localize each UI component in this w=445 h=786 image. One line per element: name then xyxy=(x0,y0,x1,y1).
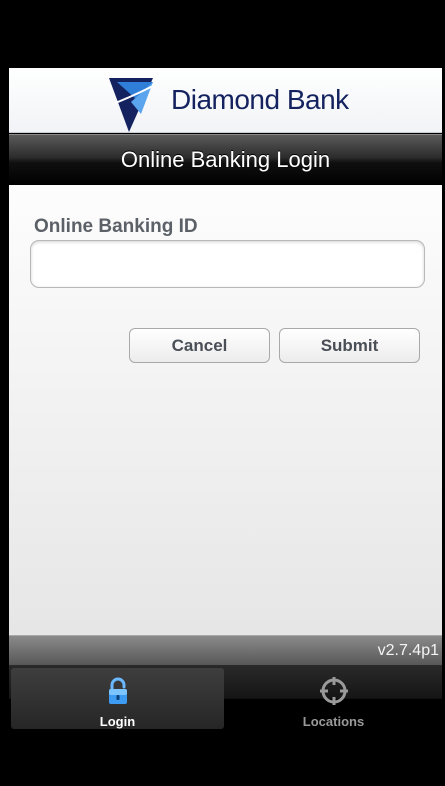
brand-logo: Diamond Bank xyxy=(107,74,367,132)
version-label: v2.7.4p1 xyxy=(377,642,439,659)
app-screen: Diamond Bank Online Banking Login Online… xyxy=(9,0,442,786)
online-banking-id-label: Online Banking ID xyxy=(34,216,198,237)
tab-bar: Login Locations xyxy=(9,665,442,732)
tab-locations[interactable]: Locations xyxy=(227,668,440,729)
tab-locations-label: Locations xyxy=(302,714,365,729)
login-form: Online Banking ID Cancel Submit xyxy=(9,185,442,635)
submit-button[interactable]: Submit xyxy=(279,328,420,363)
cancel-button[interactable]: Cancel xyxy=(129,328,270,363)
title-bar: Online Banking Login xyxy=(9,134,442,185)
lock-icon xyxy=(108,677,127,704)
crosshair-icon xyxy=(319,677,348,705)
logo-bar: Diamond Bank xyxy=(9,68,442,133)
tab-login[interactable]: Login xyxy=(11,668,224,729)
page-title: Online Banking Login xyxy=(120,147,331,172)
version-bar: v2.7.4p1 xyxy=(9,635,442,666)
brand-name: Diamond Bank xyxy=(171,84,349,115)
online-banking-id-input[interactable] xyxy=(30,240,425,288)
tab-login-label: Login xyxy=(99,714,136,729)
